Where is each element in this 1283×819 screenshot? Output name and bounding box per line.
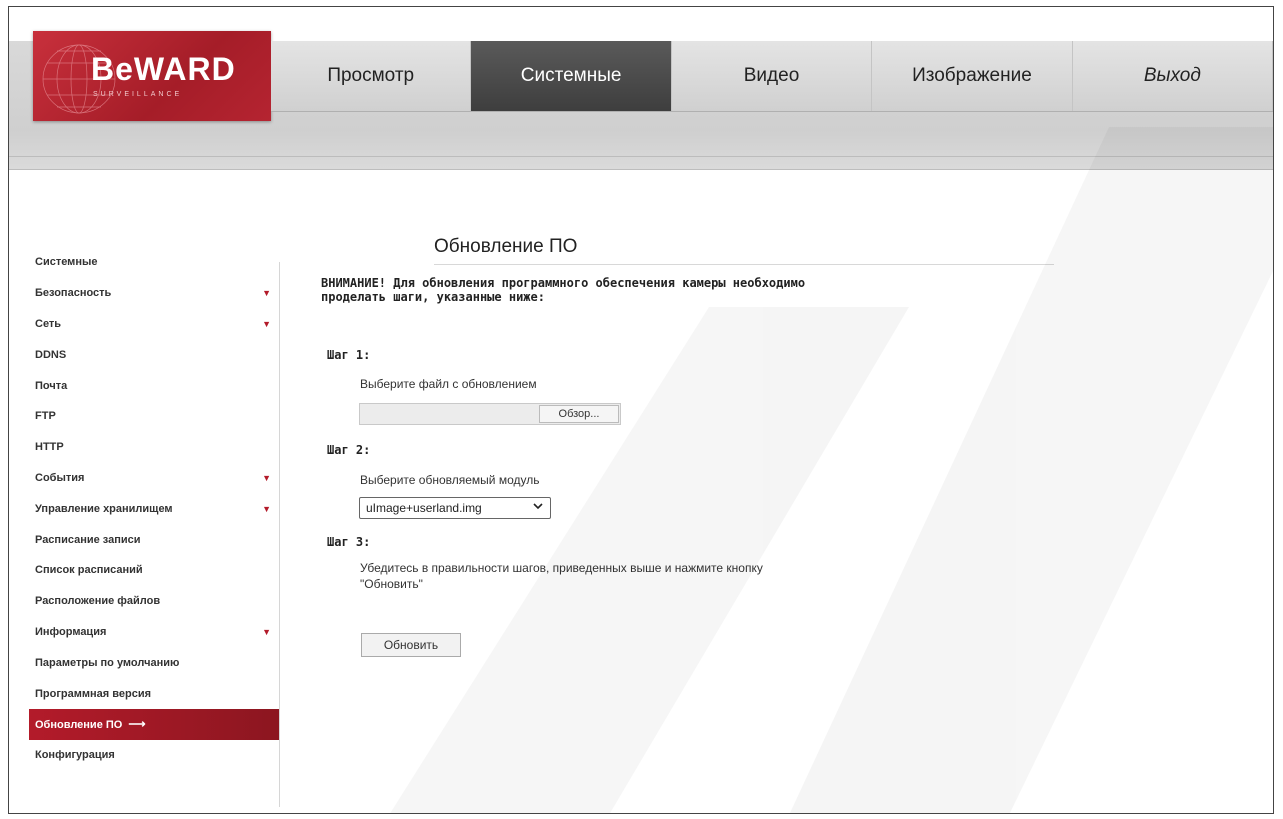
sidebar-item-info[interactable]: Информация ▼: [29, 617, 279, 648]
sidebar-item-label: Управление хранилищем: [35, 502, 173, 515]
nav-tab-view[interactable]: Просмотр: [271, 41, 472, 111]
sidebar-item-system[interactable]: Системные: [29, 247, 279, 278]
sidebar-item-label: Почта: [35, 379, 68, 392]
expand-arrow-icon: ▼: [262, 472, 271, 483]
sidebar: Системные Безопасность ▼ Сеть ▼ DDNS Почта…: [29, 247, 279, 771]
sidebar-item-label: Программная версия: [35, 687, 152, 700]
module-select[interactable]: uImage+userland.img: [359, 497, 551, 519]
step1-label: Шаг 1:: [327, 348, 371, 362]
app-frame: BeWARD SURVEILLANCE Просмотр Системные В…: [8, 6, 1274, 814]
step1-text: Выберите файл с обновлением: [360, 377, 537, 391]
sidebar-item-label: Сеть: [35, 317, 62, 330]
sidebar-item-label: Конфигурация: [35, 749, 115, 762]
sidebar-item-storage[interactable]: Управление хранилищем ▼: [29, 493, 279, 524]
step2-text: Выберите обновляемый модуль: [360, 473, 540, 487]
step3-label: Шаг 3:: [327, 535, 371, 549]
expand-arrow-icon: ▼: [262, 626, 271, 637]
chevron-down-icon: [532, 500, 544, 515]
sidebar-item-label: DDNS: [35, 348, 67, 361]
logo-text: BeWARD: [91, 51, 236, 87]
sidebar-item-label: Расписание записи: [35, 533, 141, 546]
sidebar-item-ftp[interactable]: FTP: [29, 401, 279, 432]
warning-text: ВНИМАНИЕ! Для обновления программного об…: [321, 276, 1021, 304]
sidebar-item-security[interactable]: Безопасность ▼: [29, 278, 279, 309]
nav-tab-system[interactable]: Системные: [471, 41, 672, 111]
module-select-value: uImage+userland.img: [366, 501, 482, 515]
nav-tab-logout[interactable]: Выход: [1072, 41, 1273, 111]
title-rule: [434, 264, 1054, 265]
arrow-right-icon: ⟶: [128, 717, 146, 732]
sidebar-item-label: FTP: [35, 410, 56, 423]
sidebar-divider: [279, 262, 280, 807]
sidebar-item-firmware-version[interactable]: Программная версия: [29, 678, 279, 709]
browse-button[interactable]: Обзор...: [539, 405, 619, 423]
sidebar-item-events[interactable]: События ▼: [29, 463, 279, 494]
update-button[interactable]: Обновить: [361, 633, 461, 657]
expand-arrow-icon: ▼: [262, 318, 271, 329]
beward-logo[interactable]: BeWARD SURVEILLANCE: [33, 31, 271, 121]
sidebar-item-label: Список расписаний: [35, 564, 143, 577]
sidebar-item-record-schedule[interactable]: Расписание записи: [29, 524, 279, 555]
sidebar-item-schedule-list[interactable]: Список расписаний: [29, 555, 279, 586]
sidebar-item-label: HTTP: [35, 441, 64, 454]
logo-subtitle: SURVEILLANCE: [93, 91, 183, 98]
page-title: Обновление ПО: [434, 236, 578, 257]
sidebar-item-firmware-update[interactable]: Обновление ПО ⟶: [29, 708, 279, 740]
sidebar-item-label: Системные: [35, 256, 98, 269]
top-nav: Просмотр Системные Видео Изображение Вых…: [271, 41, 1273, 112]
expand-arrow-icon: ▼: [262, 288, 271, 299]
warning-line-2: проделать шаги, указанные ниже:: [321, 290, 545, 304]
nav-tab-video[interactable]: Видео: [671, 41, 873, 111]
sidebar-item-ddns[interactable]: DDNS: [29, 339, 279, 370]
sidebar-item-label: Параметры по умолчанию: [35, 656, 180, 669]
sidebar-item-file-location[interactable]: Расположение файлов: [29, 586, 279, 617]
expand-arrow-icon: ▼: [262, 503, 271, 514]
sidebar-item-label: Расположение файлов: [35, 595, 161, 608]
sidebar-item-label: События: [35, 471, 85, 484]
sidebar-item-defaults[interactable]: Параметры по умолчанию: [29, 647, 279, 678]
nav-tab-image[interactable]: Изображение: [872, 41, 1073, 111]
sidebar-item-network[interactable]: Сеть ▼: [29, 309, 279, 340]
header-divider: [9, 156, 1273, 157]
warning-line-1: ВНИМАНИЕ! Для обновления программного об…: [321, 276, 806, 290]
sidebar-item-mail[interactable]: Почта: [29, 370, 279, 401]
sidebar-item-configuration[interactable]: Конфигурация: [29, 740, 279, 771]
sidebar-item-label: Обновление ПО: [35, 719, 123, 732]
sidebar-item-http[interactable]: HTTP: [29, 432, 279, 463]
step3-text-line-2: "Обновить": [360, 577, 423, 591]
step2-label: Шаг 2:: [327, 443, 371, 457]
sidebar-item-label: Безопасность: [35, 287, 112, 300]
step3-text-line-1: Убедитесь в правильности шагов, приведен…: [360, 561, 763, 575]
sidebar-item-label: Информация: [35, 625, 107, 638]
